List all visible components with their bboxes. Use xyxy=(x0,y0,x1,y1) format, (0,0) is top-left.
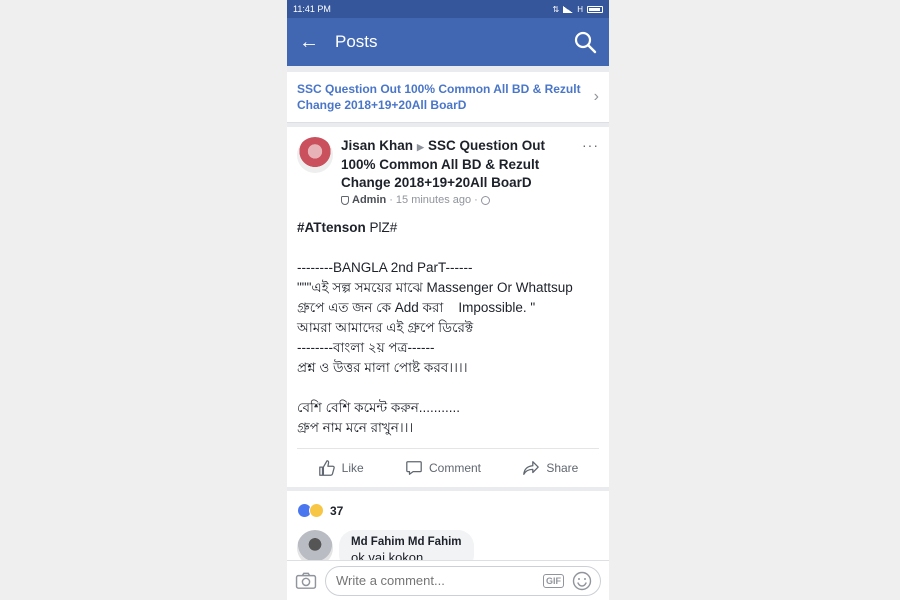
signal-icon xyxy=(563,5,574,13)
post-line: #ATtenson PlZ# xyxy=(297,218,599,238)
post-body: #ATtenson PlZ# --------BANGLA 2nd ParT--… xyxy=(287,206,609,444)
meta-separator: · xyxy=(389,194,393,206)
more-options-icon[interactable]: ··· xyxy=(582,137,599,206)
like-label: Like xyxy=(341,461,364,475)
reaction-count: 37 xyxy=(330,503,344,518)
battery-icon xyxy=(587,5,603,13)
post-line xyxy=(297,378,599,398)
post-time[interactable]: 15 minutes ago xyxy=(396,194,471,206)
smiley-icon[interactable] xyxy=(572,571,592,591)
share-arrow-icon xyxy=(523,461,540,475)
search-icon[interactable] xyxy=(573,30,597,54)
alarm-icon: ⇅ xyxy=(552,4,560,14)
post-line: গ্রুপে এত জন কে Add করা Impossible. " xyxy=(297,300,536,315)
comment-button[interactable]: Comment xyxy=(405,459,481,477)
gif-button[interactable]: GIF xyxy=(543,573,564,588)
phone-screen: 11:41 PM ⇅ H ← Posts SSC Question Out 10… xyxy=(287,0,609,600)
triangle-right-icon: ▶ xyxy=(417,142,424,152)
post-line: গ্রুপ নাম মনে রাখুন।।। xyxy=(297,420,414,435)
page-title: Posts xyxy=(335,32,378,51)
comment-bubble-icon xyxy=(406,461,422,475)
status-icons: ⇅ H xyxy=(553,5,603,14)
post-line: --------বাংলা ২য় পত্র------ xyxy=(297,340,435,355)
comment-composer: GIF xyxy=(287,560,609,600)
post-line xyxy=(297,238,599,258)
post-line: আমরা আমাদের এই গ্রুপে ডিরেক্ট xyxy=(297,320,474,335)
network-type: H xyxy=(577,4,583,14)
share-label: Share xyxy=(546,461,579,475)
wow-reaction-icon xyxy=(309,503,324,518)
top-navbar: ← Posts xyxy=(287,18,609,66)
reactions-summary[interactable]: 37 xyxy=(287,491,609,526)
chevron-right-icon: › xyxy=(593,88,599,105)
post-line: বেশি বেশি কমেন্ট করুন........... xyxy=(297,400,461,415)
camera-icon[interactable] xyxy=(295,572,317,590)
hashtag-rest: PlZ# xyxy=(365,220,398,235)
post-header-body: Jisan Khan ▶ SSC Question Out 100% Common … xyxy=(341,137,576,206)
like-button[interactable]: Like xyxy=(318,459,364,477)
author-avatar[interactable] xyxy=(297,137,333,173)
back-arrow-icon[interactable]: ← xyxy=(299,31,329,54)
status-time: 11:41 PM xyxy=(293,4,331,14)
thumbs-up-icon xyxy=(318,460,335,476)
post-line: প্রশ্ন ও উত্তর মালা পোষ্ট করব।।।। xyxy=(297,360,468,375)
meta-separator: · xyxy=(474,194,478,206)
comment-input[interactable] xyxy=(336,573,535,588)
hashtag[interactable]: #ATtenson xyxy=(297,220,366,235)
author-name[interactable]: Jisan Khan xyxy=(341,138,413,153)
post-line: --------BANGLA 2nd ParT------ xyxy=(297,260,473,275)
admin-shield-icon xyxy=(341,195,349,205)
post-header: Jisan Khan ▶ SSC Question Out 100% Common … xyxy=(287,127,609,206)
share-button[interactable]: Share xyxy=(522,459,578,477)
status-bar: 11:41 PM ⇅ H xyxy=(287,0,609,18)
globe-icon xyxy=(480,195,490,205)
group-link-text[interactable]: SSC Question Out 100% Common All BD & Re… xyxy=(297,81,588,113)
post-meta: Admin · 15 minutes ago · xyxy=(341,194,576,206)
comment-input-wrapper: GIF xyxy=(325,565,601,596)
author-line: Jisan Khan ▶ SSC Question Out 100% Common … xyxy=(341,137,576,192)
post-actions: Like Comment Share xyxy=(297,448,599,487)
author-role: Admin xyxy=(352,194,387,206)
reaction-icons xyxy=(297,503,324,518)
post-line: """এই সল্প সময়ের মাঝে Massenger Or What… xyxy=(297,280,573,295)
comment-label: Comment xyxy=(428,461,481,475)
commenter-name[interactable]: Md Fahim Md Fahim xyxy=(351,536,462,548)
group-link[interactable]: SSC Question Out 100% Common All BD & Re… xyxy=(287,72,609,123)
post-card: Jisan Khan ▶ SSC Question Out 100% Common … xyxy=(287,127,609,487)
